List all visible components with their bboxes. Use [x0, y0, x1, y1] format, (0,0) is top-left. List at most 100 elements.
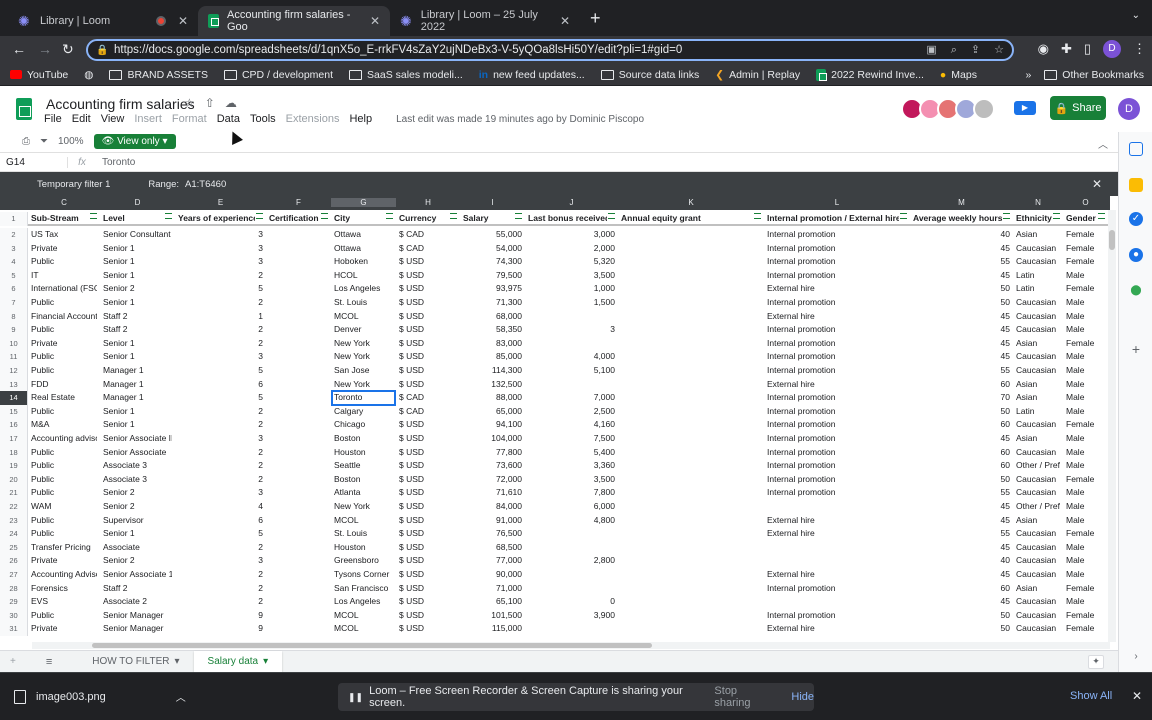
- cell[interactable]: Associate 3: [103, 474, 172, 484]
- drive-move-icon[interactable]: ⇧: [205, 96, 215, 110]
- cell[interactable]: Internal promotion: [767, 419, 907, 429]
- column-header-l[interactable]: L: [764, 198, 910, 207]
- keep-icon[interactable]: [1129, 178, 1143, 192]
- cell[interactable]: $ USD: [399, 460, 457, 470]
- other-bookmarks[interactable]: » Other Bookmarks: [1025, 69, 1144, 81]
- cell[interactable]: Male: [1066, 351, 1105, 361]
- cell[interactable]: $ USD: [399, 338, 457, 348]
- extension-icon[interactable]: ◉: [1038, 41, 1049, 57]
- row-number[interactable]: 30: [0, 608, 28, 623]
- cell[interactable]: Internal promotion: [767, 487, 907, 497]
- show-all-button[interactable]: Show All: [1070, 690, 1112, 702]
- row-number[interactable]: 20: [0, 472, 28, 487]
- cell[interactable]: $ USD: [399, 324, 457, 334]
- cell[interactable]: 45: [913, 501, 1010, 511]
- cell[interactable]: 3: [178, 555, 263, 565]
- cell[interactable]: 3: [528, 324, 615, 334]
- cell[interactable]: New York: [334, 351, 393, 361]
- cell[interactable]: 45: [913, 311, 1010, 321]
- cell[interactable]: New York: [334, 379, 393, 389]
- cell[interactable]: 6: [178, 379, 263, 389]
- cell[interactable]: 68,500: [463, 542, 522, 552]
- cell[interactable]: Latin: [1016, 270, 1060, 280]
- cell[interactable]: 2: [178, 338, 263, 348]
- row-number[interactable]: 3: [0, 241, 28, 256]
- cell[interactable]: 54,000: [463, 243, 522, 253]
- cell[interactable]: Senior 1: [103, 243, 172, 253]
- cell[interactable]: 1,500: [528, 297, 615, 307]
- row-number[interactable]: 6: [0, 282, 28, 296]
- cell[interactable]: Transfer Pricing: [31, 542, 97, 552]
- cell[interactable]: $ USD: [399, 433, 457, 443]
- cell[interactable]: Los Angeles: [334, 283, 393, 293]
- row-number[interactable]: 21: [0, 486, 28, 500]
- cell[interactable]: Ottawa: [334, 229, 393, 239]
- cell[interactable]: Female: [1066, 419, 1105, 429]
- share-button[interactable]: 🔒 Share: [1050, 96, 1106, 120]
- cell[interactable]: Real Estate: [31, 392, 97, 402]
- column-header-i[interactable]: I: [460, 198, 525, 207]
- tasks-icon[interactable]: ✓: [1129, 212, 1143, 226]
- bookmark-rewind[interactable]: 2022 Rewind Inve...: [816, 68, 924, 81]
- cell[interactable]: 45: [913, 243, 1010, 253]
- maps-icon[interactable]: ⬤: [1129, 284, 1143, 298]
- cell[interactable]: External hire: [767, 528, 907, 538]
- expand-panel-icon[interactable]: ›: [1129, 650, 1143, 664]
- row-number[interactable]: 1: [0, 212, 28, 226]
- cell[interactable]: Public: [31, 365, 97, 375]
- menu-insert[interactable]: Insert: [134, 113, 162, 126]
- cell[interactable]: 1,000: [528, 283, 615, 293]
- cell[interactable]: External hire: [767, 311, 907, 321]
- cell[interactable]: Other / Prefe: [1016, 501, 1060, 511]
- bookmark-linkedin[interactable]: in new feed updates...: [479, 69, 585, 81]
- cell[interactable]: Caucasian: [1016, 596, 1060, 606]
- cell[interactable]: 3: [178, 243, 263, 253]
- sidebar-icon[interactable]: ▯: [1084, 41, 1091, 57]
- cell[interactable]: 55: [913, 256, 1010, 266]
- cell[interactable]: $ USD: [399, 365, 457, 375]
- cell[interactable]: Accounting Adviso: [31, 569, 97, 579]
- cell[interactable]: $ CAD: [399, 229, 457, 239]
- cell[interactable]: San Jose: [334, 365, 393, 375]
- collapse-menus-icon[interactable]: ︿: [1098, 136, 1108, 151]
- calendar-icon[interactable]: [1129, 142, 1143, 156]
- cell[interactable]: Male: [1066, 487, 1105, 497]
- cell[interactable]: $ USD: [399, 311, 457, 321]
- cell[interactable]: Manager 1: [103, 392, 172, 402]
- cell[interactable]: 104,000: [463, 433, 522, 443]
- cell[interactable]: IT: [31, 270, 97, 280]
- cell[interactable]: 3,500: [528, 270, 615, 280]
- camera-icon[interactable]: ▣: [926, 41, 936, 59]
- browser-tab-loom-library[interactable]: ✺ Library | Loom ✕: [8, 6, 198, 36]
- cell[interactable]: Internal promotion: [767, 324, 907, 334]
- row-number[interactable]: 7: [0, 296, 28, 310]
- row-number[interactable]: 10: [0, 336, 28, 351]
- cell[interactable]: Asian: [1016, 229, 1060, 239]
- column-header-m[interactable]: M: [910, 198, 1013, 207]
- filter-toggle-icon[interactable]: [1098, 213, 1105, 219]
- document-title[interactable]: Accounting firm salaries: [46, 96, 195, 112]
- menu-file[interactable]: File: [44, 113, 62, 126]
- cell[interactable]: $ CAD: [399, 392, 457, 402]
- cell[interactable]: 45: [913, 351, 1010, 361]
- zoom-icon[interactable]: ⌕: [951, 41, 957, 59]
- cell[interactable]: 50: [913, 283, 1010, 293]
- cell[interactable]: WAM: [31, 501, 97, 511]
- cell[interactable]: Senior Associate II: [103, 433, 172, 443]
- cell[interactable]: New York: [334, 338, 393, 348]
- cell[interactable]: 3,900: [528, 610, 615, 620]
- cell[interactable]: $ CAD: [399, 243, 457, 253]
- column-header-e[interactable]: E: [175, 198, 266, 207]
- cell[interactable]: Female: [1066, 338, 1105, 348]
- filter-toggle-icon[interactable]: [608, 213, 615, 219]
- cell[interactable]: $ USD: [399, 569, 457, 579]
- row-number[interactable]: 12: [0, 364, 28, 378]
- sheet-tab-how-to-filter[interactable]: HOW TO FILTER ▾: [78, 651, 193, 673]
- cell[interactable]: 7,800: [528, 487, 615, 497]
- cell[interactable]: 3: [178, 351, 263, 361]
- cell[interactable]: Male: [1066, 324, 1105, 334]
- download-item[interactable]: image003.png ︿: [14, 689, 186, 704]
- menu-data[interactable]: Data: [217, 113, 240, 126]
- cell[interactable]: Caucasian: [1016, 447, 1060, 457]
- cell[interactable]: Internal promotion: [767, 447, 907, 457]
